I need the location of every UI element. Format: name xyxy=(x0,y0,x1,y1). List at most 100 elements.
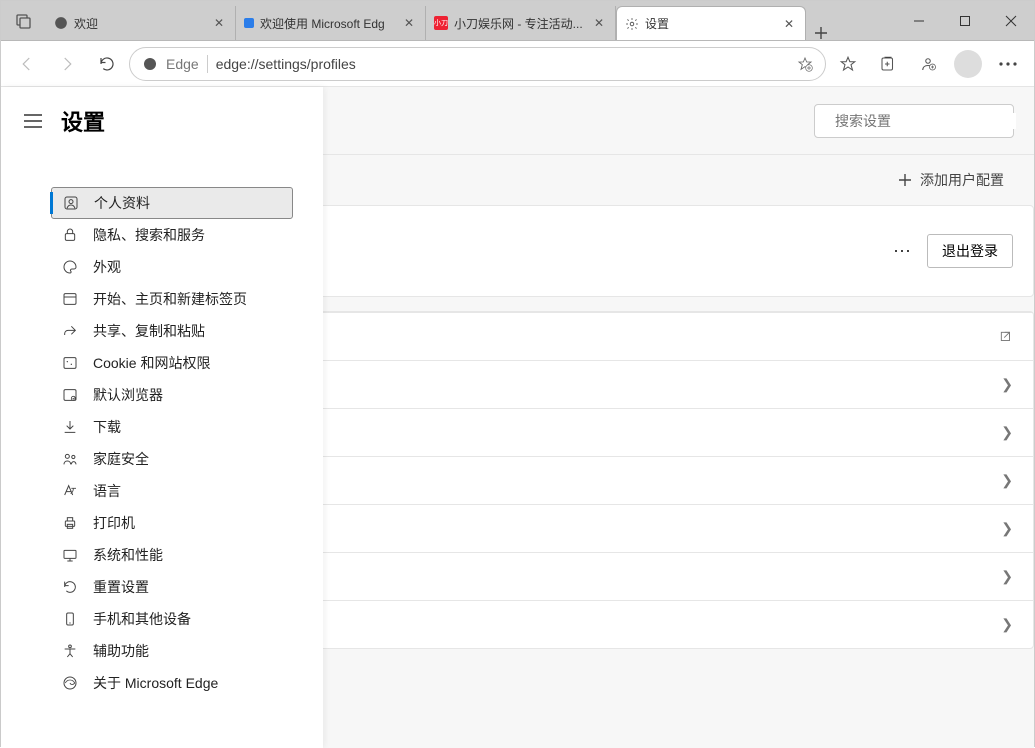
sidebar-item-accessibility[interactable]: 辅助功能 xyxy=(51,635,293,667)
open-external-icon xyxy=(999,330,1013,344)
sidebar-item-label: 开始、主页和新建标签页 xyxy=(93,289,247,309)
family-icon xyxy=(61,450,79,468)
back-button[interactable] xyxy=(9,46,45,82)
close-window-button[interactable] xyxy=(988,1,1034,41)
settings-search[interactable] xyxy=(814,104,1014,138)
sidebar-item-label: 共享、复制和粘贴 xyxy=(93,321,205,341)
lock-icon xyxy=(61,226,79,244)
chevron-right-icon: ❯ xyxy=(1001,472,1013,489)
person-icon xyxy=(919,55,937,73)
omnibox[interactable]: Edge edge://settings/profiles xyxy=(129,47,826,81)
star-icon xyxy=(839,55,857,73)
sidebar-item-appearance[interactable]: 外观 xyxy=(51,251,293,283)
sidebar-item-downloads[interactable]: 下载 xyxy=(51,411,293,443)
sidebar-item-cookies[interactable]: Cookie 和网站权限 xyxy=(51,347,293,379)
plus-icon xyxy=(898,173,912,187)
tab-actions-button[interactable] xyxy=(1,1,46,40)
close-icon xyxy=(1005,15,1017,27)
tab-actions-icon xyxy=(16,13,32,29)
back-icon xyxy=(18,55,36,73)
plus-icon xyxy=(814,26,828,40)
sidebar-item-reset[interactable]: 重置设置 xyxy=(51,571,293,603)
tab-1[interactable]: 欢迎使用 Microsoft Edg ✕ xyxy=(236,6,426,40)
sidebar-item-label: 语言 xyxy=(93,481,121,501)
tab-title: 欢迎使用 Microsoft Edg xyxy=(260,15,395,32)
chevron-right-icon: ❯ xyxy=(1001,376,1013,393)
palette-icon xyxy=(61,258,79,276)
chevron-right-icon: ❯ xyxy=(1001,424,1013,441)
sidebar-item-share[interactable]: 共享、复制和粘贴 xyxy=(51,315,293,347)
collections-icon xyxy=(879,55,897,73)
gear-icon xyxy=(625,17,639,31)
sidebar-item-label: 默认浏览器 xyxy=(93,385,163,405)
forward-button[interactable] xyxy=(49,46,85,82)
refresh-button[interactable] xyxy=(89,46,125,82)
more-options-button[interactable]: ⋯ xyxy=(893,241,913,262)
tab-close-button[interactable]: ✕ xyxy=(401,15,417,31)
sidebar-item-printers[interactable]: 打印机 xyxy=(51,507,293,539)
sidebar-item-label: 辅助功能 xyxy=(93,641,149,661)
add-profile-button[interactable]: 添加用户配置 xyxy=(898,170,1004,190)
reset-icon xyxy=(61,578,79,596)
more-icon xyxy=(999,62,1017,66)
sidebar-toggle-button[interactable] xyxy=(19,107,47,135)
titlebar: 欢迎 ✕ 欢迎使用 Microsoft Edg ✕ 小刀 小刀娱乐网 - 专注活… xyxy=(1,1,1034,41)
omnibox-prefix: Edge xyxy=(166,56,199,72)
sidebar-item-profile[interactable]: 个人资料 xyxy=(51,187,293,219)
content-area: 添加用户配置 ⋯ 退出登录 ❯ ❯ ❯ ❯ ❯ ❯ xyxy=(1,87,1034,748)
edge-logo-icon xyxy=(54,16,68,30)
sidebar-item-label: Cookie 和网站权限 xyxy=(93,353,210,373)
edge-logo-icon xyxy=(142,56,158,72)
window-controls xyxy=(896,1,1034,40)
sidebar-item-family[interactable]: 家庭安全 xyxy=(51,443,293,475)
sidebar-item-devices[interactable]: 手机和其他设备 xyxy=(51,603,293,635)
sidebar-item-about[interactable]: 关于 Microsoft Edge xyxy=(51,667,293,699)
profile-button[interactable] xyxy=(950,46,986,82)
forward-icon xyxy=(58,55,76,73)
tab-close-button[interactable]: ✕ xyxy=(781,16,797,32)
chevron-right-icon: ❯ xyxy=(1001,520,1013,537)
tab-close-button[interactable]: ✕ xyxy=(211,15,227,31)
minimize-icon xyxy=(913,15,925,27)
sidebar-item-default-browser[interactable]: 默认浏览器 xyxy=(51,379,293,411)
settings-header: 设置 xyxy=(1,87,323,147)
address-toolbar: Edge edge://settings/profiles xyxy=(1,41,1034,87)
menu-button[interactable] xyxy=(990,46,1026,82)
share-icon xyxy=(61,322,79,340)
tab-title: 欢迎 xyxy=(74,15,205,32)
tab-0[interactable]: 欢迎 ✕ xyxy=(46,6,236,40)
sidebar-item-languages[interactable]: 语言 xyxy=(51,475,293,507)
extensions-button[interactable] xyxy=(910,46,946,82)
chevron-right-icon: ❯ xyxy=(1001,616,1013,633)
sidebar-item-label: 外观 xyxy=(93,257,121,277)
sidebar-item-start[interactable]: 开始、主页和新建标签页 xyxy=(51,283,293,315)
minimize-button[interactable] xyxy=(896,1,942,41)
omnibox-url: edge://settings/profiles xyxy=(216,56,789,72)
maximize-icon xyxy=(959,15,971,27)
new-tab-button[interactable] xyxy=(806,26,836,40)
tab-3[interactable]: 设置 ✕ xyxy=(616,6,806,40)
profile-icon xyxy=(62,194,80,212)
tab-close-button[interactable]: ✕ xyxy=(591,15,607,31)
blue-dot-icon xyxy=(244,18,254,28)
tab-title: 设置 xyxy=(645,15,775,32)
sign-out-button[interactable]: 退出登录 xyxy=(927,234,1013,268)
site-favicon-icon: 小刀 xyxy=(434,16,448,30)
edge-icon xyxy=(61,674,79,692)
settings-search-input[interactable] xyxy=(835,113,1016,129)
hamburger-icon xyxy=(24,114,42,128)
maximize-button[interactable] xyxy=(942,1,988,41)
settings-sidebar: 设置 个人资料 隐私、搜索和服务 外观 开始、主页和新建标签页 共享、复制和粘贴… xyxy=(1,87,323,748)
sidebar-item-label: 下载 xyxy=(93,417,121,437)
settings-title: 设置 xyxy=(61,105,105,137)
language-icon xyxy=(61,482,79,500)
collections-button[interactable] xyxy=(870,46,906,82)
tab-2[interactable]: 小刀 小刀娱乐网 - 专注活动... ✕ xyxy=(426,6,616,40)
sidebar-item-system[interactable]: 系统和性能 xyxy=(51,539,293,571)
sidebar-item-privacy[interactable]: 隐私、搜索和服务 xyxy=(51,219,293,251)
divider xyxy=(207,55,208,73)
sidebar-item-label: 家庭安全 xyxy=(93,449,149,469)
printer-icon xyxy=(61,514,79,532)
favorites-button[interactable] xyxy=(830,46,866,82)
favorite-star-icon[interactable] xyxy=(797,56,813,72)
